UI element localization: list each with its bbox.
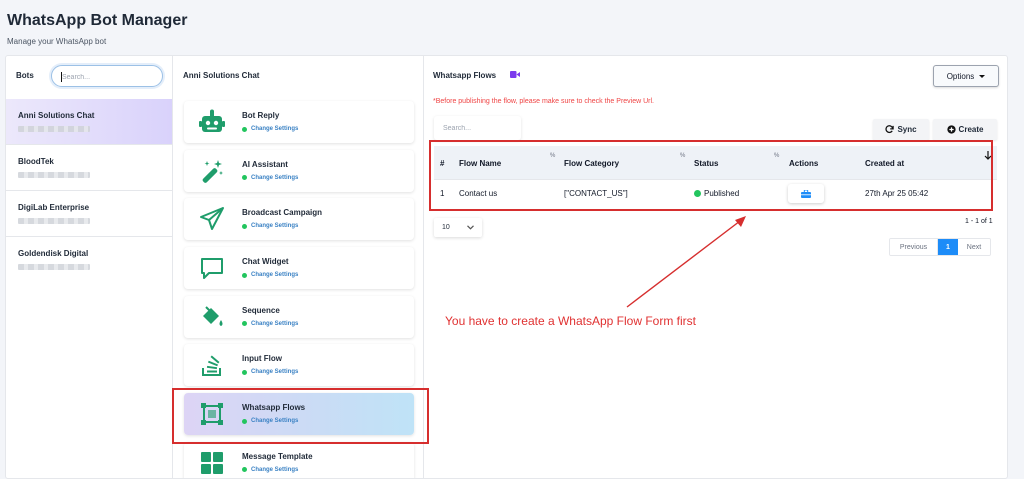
annotation-arrow [626,216,746,308]
annotation-text: You have to create a WhatsApp Flow Form … [445,314,696,328]
